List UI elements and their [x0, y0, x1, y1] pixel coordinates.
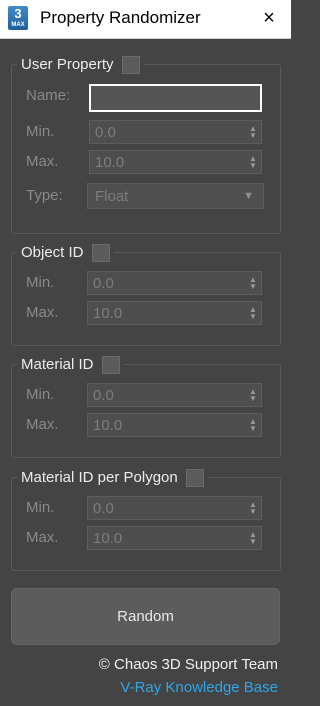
copyright-text: © Chaos 3D Support Team	[98, 656, 278, 673]
random-button[interactable]: Random	[11, 588, 280, 645]
user-property-label: User Property	[21, 56, 114, 73]
material-id-per-polygon-max-label: Max.	[26, 529, 59, 546]
material-id-label: Material ID	[21, 356, 94, 373]
material-id-per-polygon-group: Material ID per Polygon	[11, 468, 281, 571]
spinner-arrows-icon[interactable]: ▲ ▼	[249, 306, 257, 321]
type-dropdown[interactable]: Float ▼	[87, 183, 264, 209]
object-id-max-label: Max.	[26, 304, 59, 321]
user-property-max-label: Max.	[26, 153, 59, 170]
spinner-arrows-icon[interactable]: ▲ ▼	[249, 501, 257, 516]
object-id-group: Object ID	[11, 243, 281, 346]
material-id-per-polygon-min-field[interactable]: 0.0 ▲ ▼	[87, 496, 262, 520]
user-property-min-field[interactable]: 0.0 ▲ ▼	[89, 120, 262, 144]
material-id-checkbox[interactable]	[101, 356, 120, 374]
user-property-max-value: 10.0	[95, 154, 125, 171]
object-id-legend: Object ID	[17, 243, 114, 263]
material-id-min-value: 0.0	[93, 387, 114, 404]
spinner-arrows-icon[interactable]: ▲ ▼	[249, 388, 257, 403]
material-id-max-label: Max.	[26, 416, 59, 433]
material-id-per-polygon-max-value: 10.0	[93, 530, 123, 547]
material-id-per-polygon-min-value: 0.0	[93, 500, 114, 517]
spinner-arrows-icon[interactable]: ▲ ▼	[249, 125, 257, 140]
material-id-min-field[interactable]: 0.0 ▲ ▼	[87, 383, 262, 407]
spinner-arrows-icon[interactable]: ▲ ▼	[249, 418, 257, 433]
spinner-arrows-icon[interactable]: ▲ ▼	[249, 531, 257, 546]
name-label: Name:	[26, 87, 71, 104]
type-label: Type:	[26, 187, 63, 204]
dropdown-arrow-icon: ▼	[243, 190, 254, 202]
material-id-per-polygon-label: Material ID per Polygon	[21, 469, 178, 486]
app-icon-number: 3	[14, 6, 22, 21]
knowledge-base-link[interactable]: V-Ray Knowledge Base	[120, 678, 278, 698]
window-title: Property Randomizer	[40, 8, 201, 27]
3ds-max-icon: 3 MAX	[8, 6, 28, 30]
material-id-max-field[interactable]: 10.0 ▲ ▼	[87, 413, 262, 437]
spinner-arrows-icon[interactable]: ▲ ▼	[249, 155, 257, 170]
user-property-legend: User Property	[17, 55, 144, 75]
object-id-min-value: 0.0	[93, 275, 114, 292]
material-id-per-polygon-checkbox[interactable]	[185, 469, 204, 487]
material-id-per-polygon-min-label: Min.	[26, 499, 55, 516]
app-icon-text: MAX	[11, 22, 25, 28]
title-bar: 3 MAX Property Randomizer ×	[0, 0, 291, 39]
user-property-min-label: Min.	[26, 123, 55, 140]
spinner-arrows-icon[interactable]: ▲ ▼	[249, 276, 257, 291]
close-icon[interactable]: ×	[254, 4, 284, 32]
type-value: Float	[95, 188, 129, 205]
user-property-max-field[interactable]: 10.0 ▲ ▼	[89, 150, 262, 174]
object-id-max-field[interactable]: 10.0 ▲ ▼	[87, 301, 262, 325]
object-id-label: Object ID	[21, 244, 84, 261]
object-id-min-field[interactable]: 0.0 ▲ ▼	[87, 271, 262, 295]
material-id-per-polygon-legend: Material ID per Polygon	[17, 468, 208, 488]
material-id-legend: Material ID	[17, 355, 124, 375]
user-property-min-value: 0.0	[95, 124, 116, 141]
material-id-min-label: Min.	[26, 386, 55, 403]
name-input[interactable]	[89, 84, 262, 112]
object-id-min-label: Min.	[26, 274, 55, 291]
material-id-group: Material ID	[11, 355, 281, 458]
material-id-max-value: 10.0	[93, 417, 123, 434]
material-id-per-polygon-max-field[interactable]: 10.0 ▲ ▼	[87, 526, 262, 550]
user-property-checkbox[interactable]	[121, 56, 140, 74]
object-id-checkbox[interactable]	[91, 244, 110, 262]
object-id-max-value: 10.0	[93, 305, 123, 322]
